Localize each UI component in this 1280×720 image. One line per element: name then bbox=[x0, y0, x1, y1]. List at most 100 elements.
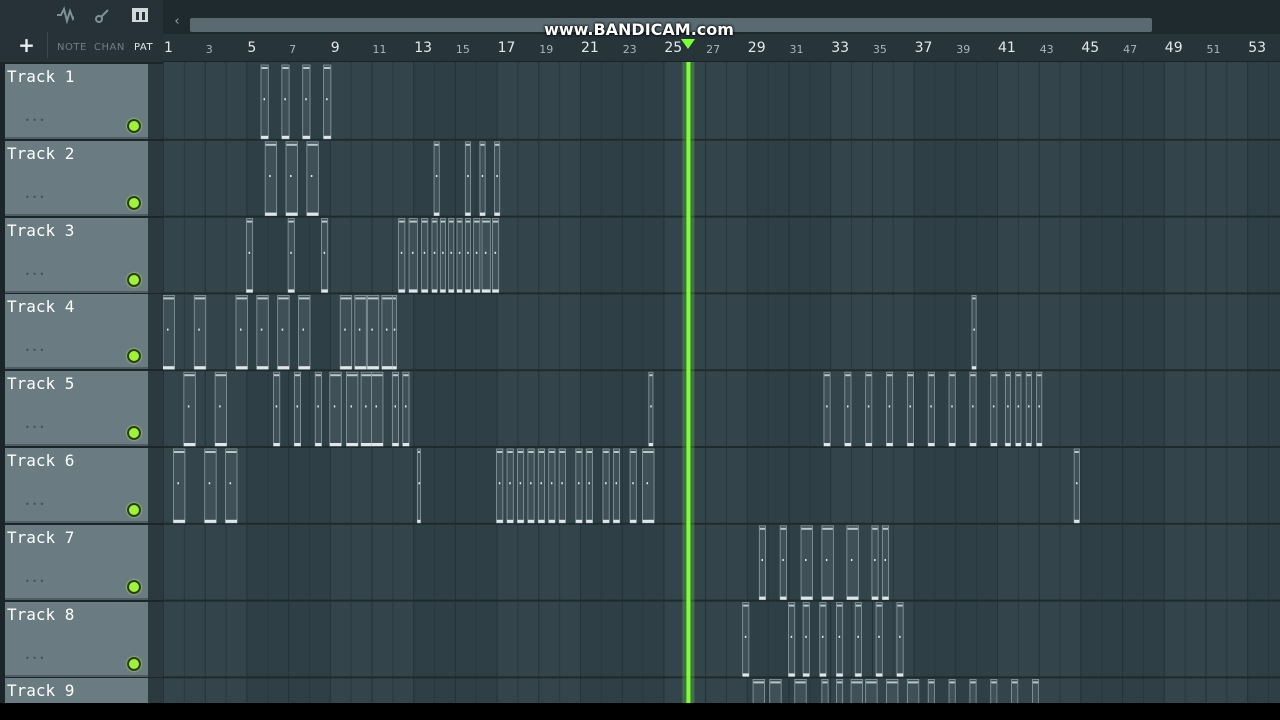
playlist-window: ‹ + NOTE CHAN PAT 1 3 5 7 9 11 13 15 17 19 21 23 25 2… bbox=[0, 0, 1280, 720]
track-mute-led[interactable] bbox=[127, 426, 141, 441]
pattern-clip-header bbox=[1016, 374, 1021, 377]
pattern-clip-footer bbox=[559, 519, 566, 523]
ruler-bar-label: 11 bbox=[372, 43, 387, 56]
pattern-clip bbox=[823, 371, 831, 447]
pattern-clip bbox=[836, 602, 844, 677]
pattern-clip bbox=[896, 602, 904, 677]
track-header-edge bbox=[148, 524, 163, 600]
pattern-clip-header bbox=[991, 681, 997, 684]
pattern-clip-header bbox=[630, 451, 636, 453]
pattern-clip bbox=[927, 371, 935, 447]
pattern-clip-footer bbox=[392, 443, 399, 446]
track-mute-led[interactable] bbox=[127, 656, 141, 671]
pattern-clip bbox=[321, 218, 329, 293]
track-header[interactable]: Track 2 • • • bbox=[5, 140, 148, 216]
pattern-clip-note bbox=[350, 405, 352, 408]
ruler-bar-label: 15 bbox=[455, 43, 470, 56]
tab-pat[interactable]: PAT bbox=[134, 42, 153, 56]
track-header[interactable]: Track 6 • • • bbox=[5, 448, 148, 523]
pattern-clip-header bbox=[480, 143, 485, 146]
pattern-clip bbox=[802, 602, 810, 677]
pattern-clip-footer bbox=[294, 443, 301, 446]
track-mute-led[interactable] bbox=[127, 503, 141, 517]
pattern-clip-note bbox=[805, 559, 807, 562]
pattern-clip-note bbox=[951, 405, 953, 408]
ruler-bar-label: 39 bbox=[956, 43, 971, 56]
ruler-bar-label: 1 bbox=[164, 40, 173, 56]
track-header[interactable]: Track 3 • • • bbox=[5, 217, 148, 293]
pattern-clip-footer bbox=[821, 596, 834, 600]
pattern-clip-footer bbox=[780, 596, 787, 600]
pattern-icon[interactable] bbox=[130, 6, 148, 24]
track-grip-icon: • • • bbox=[25, 269, 45, 279]
pattern-clip-header bbox=[399, 220, 405, 223]
pattern-clip bbox=[481, 218, 491, 293]
track-grip-icon: • • • bbox=[25, 653, 45, 663]
tab-chan[interactable]: CHAN bbox=[94, 42, 125, 56]
track-mute-led[interactable] bbox=[127, 349, 141, 364]
pattern-clip-header bbox=[886, 374, 893, 377]
track-mute-led[interactable] bbox=[127, 272, 141, 287]
pattern-clip-note bbox=[305, 98, 307, 101]
pattern-clip-header bbox=[417, 451, 420, 453]
track-mute-led[interactable] bbox=[127, 119, 141, 133]
track-header[interactable]: Track 8 • • • bbox=[5, 601, 148, 677]
pattern-clip-note bbox=[530, 482, 532, 485]
playlist-grid[interactable] bbox=[163, 62, 1280, 703]
pattern-clip-note bbox=[838, 635, 841, 638]
track-header-edge bbox=[148, 294, 163, 370]
pattern-clip bbox=[402, 371, 410, 447]
scroll-left-arrow-icon[interactable]: ‹ bbox=[166, 12, 188, 32]
pattern-clip-footer bbox=[538, 519, 545, 523]
pattern-clip-footer bbox=[315, 443, 322, 446]
pattern-clip-note bbox=[550, 482, 553, 485]
bottom-bar bbox=[0, 703, 1280, 720]
pattern-clip-note bbox=[1007, 405, 1009, 408]
pattern-clip-header bbox=[549, 451, 555, 453]
pattern-clip-header bbox=[897, 604, 903, 607]
track-header[interactable]: Track 5 • • • bbox=[5, 371, 148, 447]
pattern-clip bbox=[204, 448, 217, 524]
pattern-clip-header bbox=[274, 374, 280, 377]
track-list: Track 1 • • • Track 2 • • • Track 3 • • • Trac… bbox=[0, 62, 163, 720]
pattern-clip-note bbox=[365, 405, 367, 408]
pattern-clip-note bbox=[177, 482, 179, 485]
pattern-clip-note bbox=[317, 405, 319, 408]
pattern-clip-footer bbox=[260, 135, 269, 139]
pattern-clip bbox=[323, 64, 332, 140]
track-header[interactable]: Track 1 • • • bbox=[5, 64, 148, 139]
pattern-clip bbox=[846, 525, 859, 600]
pattern-clip bbox=[214, 371, 227, 447]
pattern-clip-footer bbox=[354, 366, 367, 370]
track-header[interactable]: Track 7 • • • bbox=[5, 524, 148, 600]
playhead-line bbox=[686, 62, 691, 703]
pattern-clip-header bbox=[465, 143, 471, 146]
pattern-clip-header bbox=[795, 681, 806, 684]
add-track-button[interactable]: + bbox=[6, 32, 48, 58]
link-icon[interactable] bbox=[94, 6, 112, 24]
ruler-bar-label: 19 bbox=[539, 43, 554, 56]
playlist-canvas[interactable] bbox=[163, 62, 1280, 703]
track-mute-led[interactable] bbox=[127, 195, 141, 210]
track-header[interactable]: Track 4 • • • bbox=[5, 294, 148, 370]
pattern-clip-note bbox=[333, 405, 336, 408]
pattern-clip-footer bbox=[1036, 443, 1042, 446]
pattern-clip-header bbox=[355, 297, 366, 300]
pattern-clip-note bbox=[187, 405, 190, 408]
ruler-bar-label: 7 bbox=[289, 43, 297, 56]
track-mute-led[interactable] bbox=[127, 579, 141, 594]
pattern-clip-header bbox=[392, 297, 397, 300]
pattern-clip-footer bbox=[865, 443, 872, 446]
pattern-clip bbox=[971, 294, 977, 370]
pattern-clip-footer bbox=[417, 519, 421, 523]
pattern-clip bbox=[906, 371, 914, 447]
pattern-clip-footer bbox=[876, 673, 883, 677]
tab-note[interactable]: NOTE bbox=[57, 42, 87, 56]
pattern-clip-note bbox=[782, 559, 784, 562]
ruler-bar-label: 53 bbox=[1248, 40, 1267, 56]
track-label: Track 5 bbox=[7, 374, 75, 394]
waveform-icon[interactable] bbox=[56, 6, 74, 24]
pattern-clip-note bbox=[239, 328, 242, 331]
pattern-clip-header bbox=[315, 374, 321, 377]
pattern-clip-footer bbox=[409, 289, 418, 293]
